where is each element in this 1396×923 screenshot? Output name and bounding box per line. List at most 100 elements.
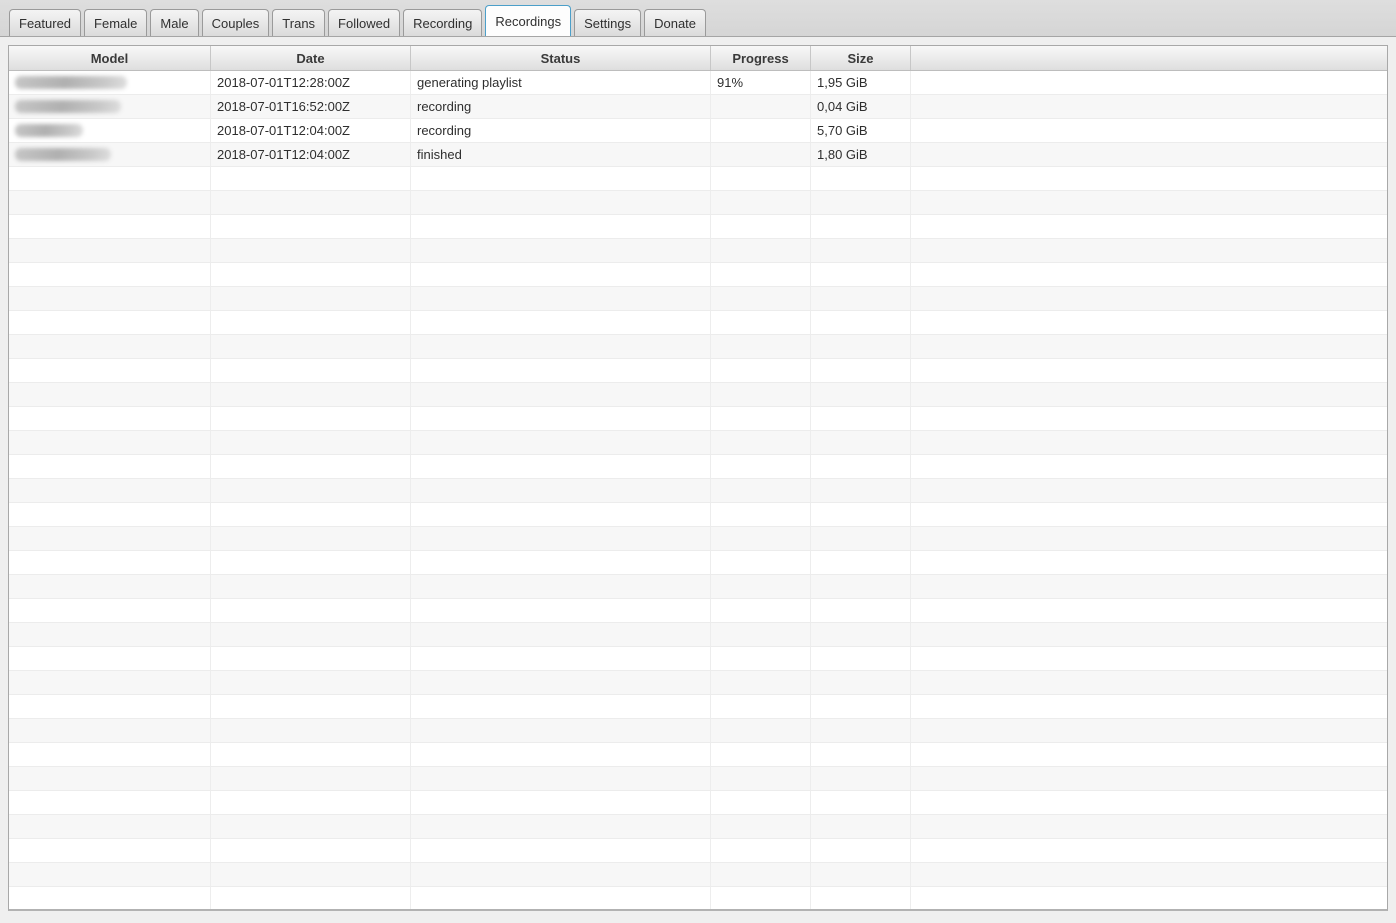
- filler-cell: [911, 311, 1387, 334]
- date-cell[interactable]: 2018-07-01T12:04:00Z: [211, 143, 411, 166]
- date-cell: [211, 575, 411, 598]
- column-header-model[interactable]: Model: [9, 46, 211, 70]
- column-header-progress[interactable]: Progress: [711, 46, 811, 70]
- empty-row: [9, 887, 1387, 909]
- model-cell[interactable]: [9, 119, 211, 142]
- size-cell[interactable]: 5,70 GiB: [811, 119, 911, 142]
- model-cell: [9, 239, 211, 262]
- size-cell: [811, 551, 911, 574]
- empty-row: [9, 647, 1387, 671]
- date-cell: [211, 863, 411, 886]
- status-cell[interactable]: recording: [411, 95, 711, 118]
- empty-row: [9, 551, 1387, 575]
- size-cell: [811, 239, 911, 262]
- table-header-row: Model Date Status Progress Size: [9, 46, 1387, 71]
- status-cell[interactable]: recording: [411, 119, 711, 142]
- size-cell[interactable]: 1,95 GiB: [811, 71, 911, 94]
- size-cell[interactable]: 1,80 GiB: [811, 143, 911, 166]
- table-body: 2018-07-01T12:28:00Z generating playlist 9…: [9, 71, 1387, 909]
- progress-cell: [711, 575, 811, 598]
- date-cell: [211, 743, 411, 766]
- date-cell[interactable]: 2018-07-01T16:52:00Z: [211, 95, 411, 118]
- tab-couples[interactable]: Couples: [201, 9, 270, 36]
- date-cell: [211, 887, 411, 909]
- date-cell[interactable]: 2018-07-01T12:04:00Z: [211, 119, 411, 142]
- model-cell: [9, 263, 211, 286]
- progress-cell: [711, 695, 811, 718]
- date-cell: [211, 479, 411, 502]
- empty-row: [9, 287, 1387, 311]
- tab-recordings[interactable]: Recordings: [485, 5, 572, 36]
- model-cell: [9, 599, 211, 622]
- filler-cell[interactable]: [911, 119, 1387, 142]
- table-row[interactable]: 2018-07-01T12:04:00Z finished 1,80 GiB: [9, 143, 1387, 167]
- progress-cell[interactable]: [711, 119, 811, 142]
- progress-cell[interactable]: [711, 143, 811, 166]
- tab-recording[interactable]: Recording: [403, 9, 483, 36]
- empty-row: [9, 215, 1387, 239]
- status-cell[interactable]: finished: [411, 143, 711, 166]
- tab-followed[interactable]: Followed: [328, 9, 401, 36]
- progress-cell: [711, 335, 811, 358]
- model-cell: [9, 719, 211, 742]
- model-cell[interactable]: [9, 95, 211, 118]
- date-cell: [211, 263, 411, 286]
- filler-cell: [911, 863, 1387, 886]
- table-row[interactable]: 2018-07-01T12:04:00Z recording 5,70 GiB: [9, 119, 1387, 143]
- progress-cell[interactable]: [711, 95, 811, 118]
- table-row[interactable]: 2018-07-01T12:28:00Z generating playlist 9…: [9, 71, 1387, 95]
- filler-cell[interactable]: [911, 71, 1387, 94]
- progress-cell: [711, 167, 811, 190]
- status-cell: [411, 407, 711, 430]
- model-cell: [9, 311, 211, 334]
- size-cell: [811, 479, 911, 502]
- column-header-date[interactable]: Date: [211, 46, 411, 70]
- model-cell: [9, 815, 211, 838]
- size-cell: [811, 791, 911, 814]
- table-row[interactable]: 2018-07-01T16:52:00Z recording 0,04 GiB: [9, 95, 1387, 119]
- column-header-status[interactable]: Status: [411, 46, 711, 70]
- date-cell[interactable]: 2018-07-01T12:28:00Z: [211, 71, 411, 94]
- status-cell[interactable]: generating playlist: [411, 71, 711, 94]
- filler-cell: [911, 263, 1387, 286]
- model-cell: [9, 887, 211, 909]
- progress-cell: [711, 455, 811, 478]
- status-cell: [411, 215, 711, 238]
- tab-featured[interactable]: Featured: [9, 9, 82, 36]
- tab-trans[interactable]: Trans: [272, 9, 326, 36]
- model-cell: [9, 791, 211, 814]
- status-cell: [411, 695, 711, 718]
- filler-cell: [911, 767, 1387, 790]
- filler-cell[interactable]: [911, 143, 1387, 166]
- filler-cell[interactable]: [911, 95, 1387, 118]
- progress-cell: [711, 599, 811, 622]
- size-cell: [811, 431, 911, 454]
- model-cell: [9, 743, 211, 766]
- progress-cell: [711, 791, 811, 814]
- model-cell[interactable]: [9, 143, 211, 166]
- filler-cell: [911, 887, 1387, 909]
- progress-cell: [711, 287, 811, 310]
- tab-donate[interactable]: Donate: [644, 9, 707, 36]
- filler-cell: [911, 623, 1387, 646]
- size-cell: [811, 263, 911, 286]
- status-cell: [411, 815, 711, 838]
- tab-male[interactable]: Male: [150, 9, 199, 36]
- size-cell: [811, 671, 911, 694]
- model-name-redacted: [15, 100, 121, 113]
- size-cell: [811, 599, 911, 622]
- size-cell: [811, 863, 911, 886]
- tab-settings[interactable]: Settings: [574, 9, 642, 36]
- size-cell[interactable]: 0,04 GiB: [811, 95, 911, 118]
- tab-female[interactable]: Female: [84, 9, 148, 36]
- model-cell[interactable]: [9, 71, 211, 94]
- column-header-filler[interactable]: [911, 46, 1387, 70]
- date-cell: [211, 215, 411, 238]
- filler-cell: [911, 695, 1387, 718]
- progress-cell[interactable]: 91%: [711, 71, 811, 94]
- empty-row: [9, 527, 1387, 551]
- date-cell: [211, 647, 411, 670]
- filler-cell: [911, 239, 1387, 262]
- column-header-size[interactable]: Size: [811, 46, 911, 70]
- size-cell: [811, 383, 911, 406]
